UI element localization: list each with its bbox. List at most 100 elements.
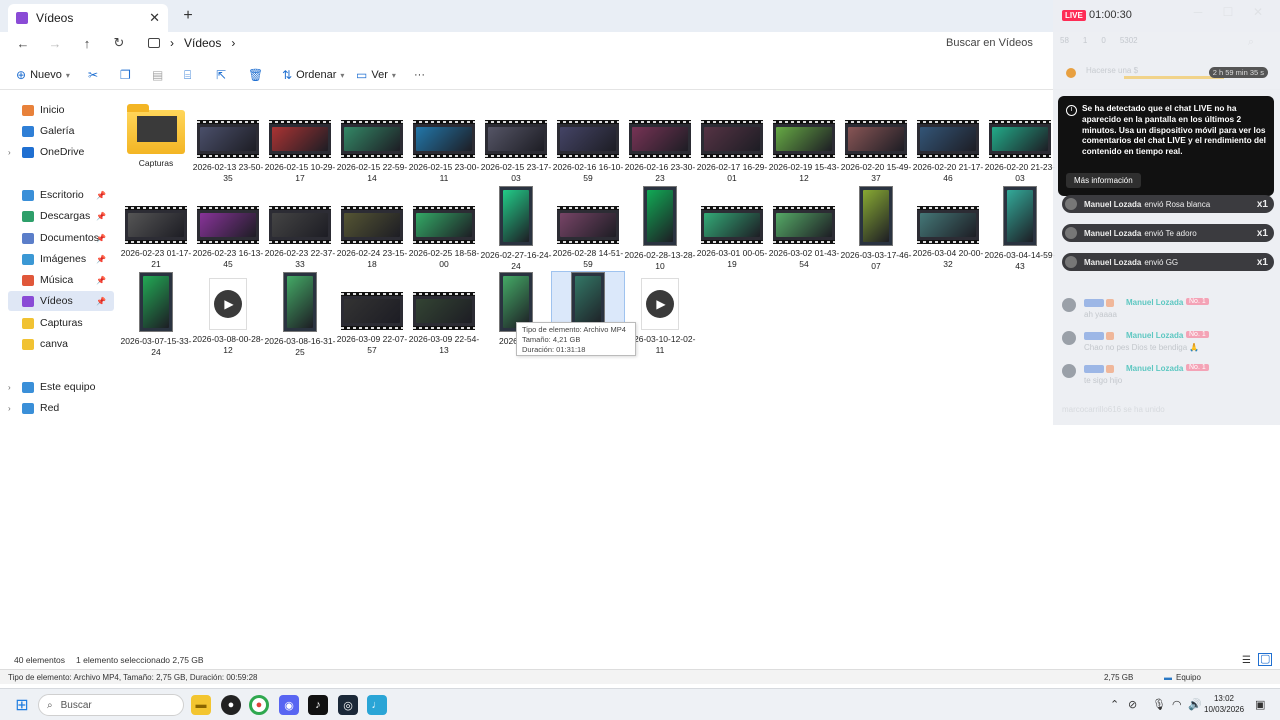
video-thumbnail xyxy=(917,120,979,158)
video-file-item[interactable]: 2026-02-25 18-58-00 xyxy=(408,186,480,269)
close-tab-icon[interactable]: ✕ xyxy=(149,10,160,26)
chevron-up-icon[interactable]: ⌃ xyxy=(1110,698,1119,711)
video-thumbnail xyxy=(139,272,173,332)
video-file-item[interactable]: 2026-02-15 22-59-14 xyxy=(336,100,408,183)
sidebar-item-música[interactable]: Música 📌 xyxy=(8,270,114,290)
more-info-button[interactable]: Más información xyxy=(1066,173,1141,188)
forward-button[interactable]: → xyxy=(44,32,66,54)
video-file-item[interactable]: 2026-02-19 15-43-12 xyxy=(768,100,840,183)
rename-button[interactable]: ⌸ xyxy=(184,66,191,84)
breadcrumb-videos[interactable]: Vídeos xyxy=(184,36,221,50)
pin-icon[interactable]: 📌 xyxy=(96,191,106,200)
back-button[interactable]: ← xyxy=(12,32,34,54)
sidebar-item-este-equipo[interactable]: › Este equipo xyxy=(8,377,114,397)
sidebar-item-descargas[interactable]: Descargas 📌 xyxy=(8,206,114,226)
volume-icon[interactable]: 🔊 xyxy=(1188,698,1202,711)
cut-button[interactable]: ✂ xyxy=(88,66,98,84)
taskbar-search[interactable]: ⌕ Buscar xyxy=(38,694,184,716)
copy-button[interactable]: ❐ xyxy=(120,66,131,84)
video-file-item[interactable]: 2026-03-01 00-05-19 xyxy=(696,186,768,269)
video-file-item[interactable]: 2026-02-23 22-37-33 xyxy=(264,186,336,269)
tiles-view-icon[interactable]: ▢ xyxy=(1258,653,1273,666)
file-explorer-icon[interactable]: ▬ xyxy=(191,695,211,715)
video-file-item[interactable]: 2026-02-24 23-15-18 xyxy=(336,186,408,269)
chevron-down-icon: ▾ xyxy=(391,70,396,80)
video-file-item[interactable]: 2026-03-03-17-46-07 xyxy=(840,186,912,271)
expand-chevron-icon[interactable]: › xyxy=(8,383,22,392)
wifi-icon[interactable]: ◠ xyxy=(1172,698,1182,711)
sidebar-item-documentos[interactable]: Documentos 📌 xyxy=(8,228,114,248)
video-file-item[interactable]: 2026-02-23 01-17-21 xyxy=(120,186,192,269)
video-file-item[interactable]: 2026-02-15 23-00-11 xyxy=(408,100,480,183)
video-file-item[interactable]: 2026-02-20 21-23-03 xyxy=(984,100,1056,183)
sidebar-item-red[interactable]: › Red xyxy=(8,398,114,418)
sidebar-item-canva[interactable]: canva xyxy=(8,334,114,354)
file-name: 2026-03-07-15-33-24 xyxy=(120,336,192,357)
expand-chevron-icon[interactable]: › xyxy=(8,404,22,413)
video-file-item[interactable]: 2026-02-20 15-49-37 xyxy=(840,100,912,183)
video-file-item[interactable]: 2026-03-07-15-33-24 xyxy=(120,272,192,357)
view-button[interactable]: ▭ Ver ▾ xyxy=(356,66,396,84)
delete-button[interactable]: 🗑 xyxy=(248,66,263,84)
video-file-item[interactable]: 2026-02-17 16-29-01 xyxy=(696,100,768,183)
chrome-icon[interactable]: ● xyxy=(249,695,269,715)
breadcrumb[interactable]: › Vídeos › xyxy=(142,33,932,53)
sidebar-item-capturas[interactable]: Capturas xyxy=(8,313,114,333)
pin-icon[interactable]: 📌 xyxy=(96,276,106,285)
notifications-icon[interactable]: ▣ xyxy=(1255,698,1265,711)
sidebar-item-galería[interactable]: Galería xyxy=(8,121,114,141)
video-file-item[interactable]: 2026-02-16 23-30-23 xyxy=(624,100,696,183)
paste-button[interactable]: ▤ xyxy=(152,66,163,84)
sidebar-item-escritorio[interactable]: Escritorio 📌 xyxy=(8,185,114,205)
pin-icon[interactable]: 📌 xyxy=(96,212,106,221)
steam-icon[interactable]: ◎ xyxy=(338,695,358,715)
video-file-item[interactable]: 2026-02-28 14-51-59 xyxy=(552,186,624,269)
video-thumbnail xyxy=(341,292,403,330)
share-button[interactable]: ⇱ xyxy=(216,66,226,84)
pin-icon[interactable]: 📌 xyxy=(96,297,106,306)
video-file-item[interactable]: 2026-03-04 20-00-32 xyxy=(912,186,984,269)
details-view-icon[interactable]: ☰ xyxy=(1242,655,1251,666)
video-file-item[interactable]: 2026-02-15 23-17-03 xyxy=(480,100,552,183)
folder-item[interactable]: Capturas xyxy=(120,100,192,182)
sidebar-item-vídeos[interactable]: Vídeos 📌 xyxy=(8,291,114,311)
video-file-item[interactable]: 2026-02-13 23-50-35 xyxy=(192,100,264,183)
sidebar-item-inicio[interactable]: Inicio xyxy=(8,100,114,120)
microphone-icon[interactable]: 🎙 xyxy=(1152,698,1166,711)
tiktok-icon[interactable]: ♪ xyxy=(308,695,328,715)
video-file-item[interactable]: 2026-03-08-16-31-25 xyxy=(264,272,336,357)
sidebar-item-onedrive[interactable]: › OneDrive xyxy=(8,142,114,162)
more-options-button[interactable]: ··· xyxy=(414,66,425,84)
file-name: 2026-03-08-00-28-12 xyxy=(192,334,264,355)
video-file-item[interactable]: 2026-03-02 01-43-54 xyxy=(768,186,840,269)
video-file-item[interactable]: 2026-02-23 16-13-45 xyxy=(192,186,264,269)
pin-icon[interactable]: 📌 xyxy=(96,255,106,264)
pin-icon[interactable]: 📌 xyxy=(96,234,106,243)
video-file-item[interactable]: 2026-03-09 22-54-13 xyxy=(408,272,480,355)
video-file-item[interactable]: 2026-02-16 16-10-59 xyxy=(552,100,624,183)
video-file-item[interactable]: 2026-03-04-14-59-43 xyxy=(984,186,1056,271)
up-button[interactable]: ↑ xyxy=(76,32,98,54)
video-file-item[interactable]: 2026-02-27-16-24-24 xyxy=(480,186,552,271)
video-file-item[interactable]: 2026-02-20 21-17-46 xyxy=(912,100,984,183)
sort-button[interactable]: ⇅ Ordenar ▾ xyxy=(282,66,344,84)
video-file-item[interactable]: 2026-03-09 22-07-57 xyxy=(336,272,408,355)
refresh-button[interactable]: ↻ xyxy=(108,32,130,54)
live-studio-icon[interactable]: ♩ xyxy=(367,695,387,715)
sidebar-item-imágenes[interactable]: Imágenes 📌 xyxy=(8,249,114,269)
video-file-item[interactable]: 2026-02-15 10-29-17 xyxy=(264,100,336,183)
new-button[interactable]: ⊕ Nuevo ▾ xyxy=(16,66,70,84)
file-name: 2026-02-20 15-49-37 xyxy=(840,162,912,183)
discord-icon[interactable]: ◉ xyxy=(279,695,299,715)
network-off-icon[interactable]: ⊘ xyxy=(1128,698,1137,711)
new-tab-button[interactable]: + xyxy=(178,6,198,26)
obs-icon[interactable]: ● xyxy=(221,695,241,715)
viewers-stat: 58 xyxy=(1060,36,1069,45)
video-file-item[interactable]: ▶ 2026-03-08-00-28-12 xyxy=(192,272,264,355)
chat-user: Manuel Lozada xyxy=(1126,298,1184,307)
clock[interactable]: 13:02 10/03/2026 xyxy=(1204,693,1244,715)
start-button[interactable]: ⊞ xyxy=(12,695,32,715)
expand-chevron-icon[interactable]: › xyxy=(8,148,22,157)
tab-videos[interactable]: Vídeos ✕ xyxy=(8,4,168,32)
video-file-item[interactable]: 2026-02-28-13-28-10 xyxy=(624,186,696,271)
